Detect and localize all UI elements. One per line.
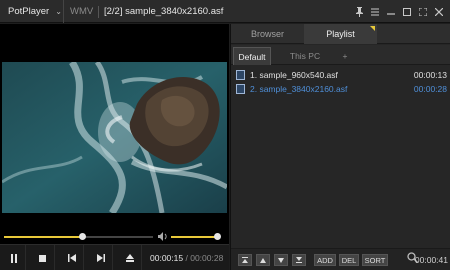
current-time: 00:00:15: [150, 253, 184, 263]
title-bar: PotPlayer ⌄ WMV [2/2] sample_3840x2160.a…: [0, 0, 450, 23]
next-icon[interactable]: [89, 245, 113, 270]
maximize-icon[interactable]: [400, 5, 414, 19]
seek-bar[interactable]: [4, 233, 153, 240]
playback-controls: 00:00:15 / 00:00:28: [0, 244, 229, 270]
add-subtab-button[interactable]: +: [335, 47, 355, 65]
item-duration: 00:00:28: [413, 84, 447, 94]
eject-icon[interactable]: [118, 245, 142, 270]
stop-icon[interactable]: [31, 245, 55, 270]
move-down-icon[interactable]: [274, 254, 288, 266]
item-duration: 00:00:13: [413, 70, 447, 80]
fullscreen-icon[interactable]: [416, 5, 430, 19]
tab-playlist[interactable]: Playlist: [304, 24, 377, 44]
list-item[interactable]: 1. sample_960x540.asf 00:00:13: [231, 68, 450, 82]
file-icon: [236, 84, 245, 94]
time-display: 00:00:15 / 00:00:28: [150, 245, 223, 270]
previous-icon[interactable]: [60, 245, 84, 270]
subtab-default[interactable]: Default: [233, 47, 271, 65]
playlist-toolbar: ADD DEL SORT 00:00:41: [231, 248, 450, 270]
playlist-subtabs: Default This PC +: [231, 45, 450, 65]
app-menu-label: PotPlayer: [8, 6, 50, 17]
video-area[interactable]: [0, 24, 229, 230]
move-bottom-icon[interactable]: [292, 254, 306, 266]
volume-icon[interactable]: [158, 232, 168, 243]
list-item-current[interactable]: 2. sample_3840x2160.asf 00:00:28: [231, 82, 450, 96]
item-name: 1. sample_960x540.asf: [250, 70, 338, 80]
move-up-icon[interactable]: [256, 254, 270, 266]
side-panel: Browser Playlist Default This PC + 1. sa…: [230, 24, 450, 270]
video-frame: [2, 62, 227, 213]
add-button[interactable]: ADD: [314, 254, 336, 266]
seek-handle[interactable]: [79, 233, 87, 240]
app-menu-button[interactable]: PotPlayer ⌄: [0, 0, 64, 23]
item-name: 2. sample_3840x2160.asf: [250, 84, 348, 94]
minimize-icon[interactable]: [384, 5, 398, 19]
volume-level: [171, 236, 217, 238]
file-icon: [236, 70, 245, 80]
settings-icon[interactable]: [368, 5, 382, 19]
volume-slider[interactable]: [171, 233, 221, 240]
seek-row: [0, 230, 229, 244]
delete-button[interactable]: DEL: [339, 254, 359, 266]
sort-button[interactable]: SORT: [362, 254, 388, 266]
title-divider: [98, 6, 99, 18]
format-label: WMV: [70, 6, 94, 17]
window-title: [2/2] sample_3840x2160.asf: [104, 6, 224, 17]
chevron-down-icon: ⌄: [55, 7, 62, 16]
play-pause-icon[interactable]: [2, 245, 26, 270]
tab-browser[interactable]: Browser: [231, 24, 304, 44]
pin-icon[interactable]: [352, 5, 366, 19]
playlist-total-time: 00:00:41: [414, 255, 448, 265]
window-controls: [352, 0, 446, 23]
tab-marker: [370, 26, 375, 31]
panel-tabs: Browser Playlist: [231, 24, 450, 44]
move-top-icon[interactable]: [238, 254, 252, 266]
volume-handle[interactable]: [213, 233, 221, 240]
seek-progress: [4, 236, 83, 238]
tab-playlist-label: Playlist: [326, 29, 355, 39]
subtab-this-pc[interactable]: This PC: [275, 47, 335, 65]
time-separator: /: [185, 253, 188, 263]
close-icon[interactable]: [432, 5, 446, 19]
total-time: 00:00:28: [190, 253, 224, 263]
playlist: 1. sample_960x540.asf 00:00:13 2. sample…: [231, 68, 450, 96]
